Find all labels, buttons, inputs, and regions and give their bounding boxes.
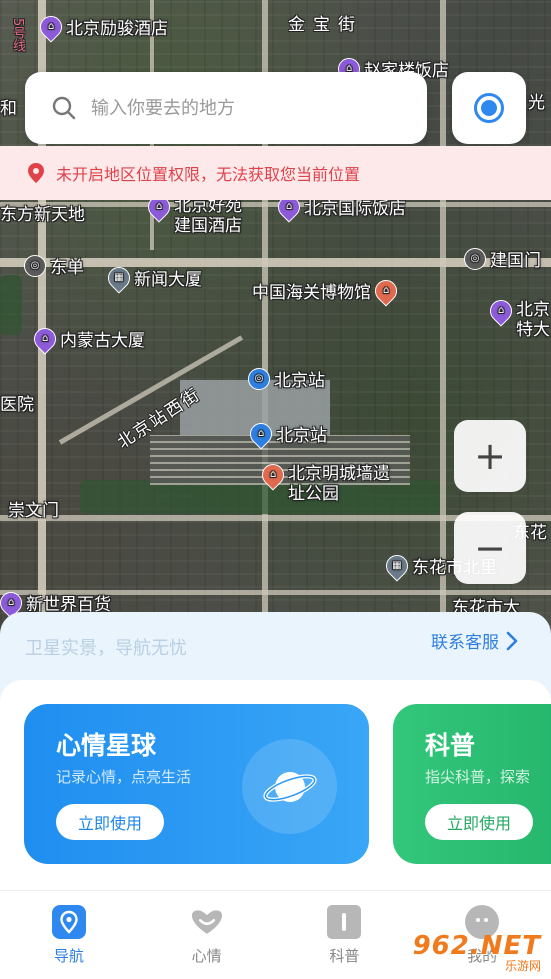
road: [440, 0, 446, 640]
site-watermark: 962.NET 乐游网: [413, 925, 551, 979]
mood-planet-card[interactable]: 心情星球 记录心情，点亮生活 立即使用: [24, 704, 369, 864]
poi-label: 北京站: [274, 371, 325, 391]
planet-icon: [242, 739, 337, 834]
location-permission-banner: 未开启地区位置权限，无法获取您当前位置: [0, 146, 551, 200]
poi-label: 东方新天地: [0, 205, 85, 225]
tab-navigation[interactable]: 导航: [0, 891, 138, 979]
map-poi: 光: [528, 88, 545, 113]
train-station-icon: ⌂: [245, 417, 277, 450]
map-poi[interactable]: ⌂ 中国海关博物馆: [252, 274, 402, 307]
poi-label: 新闻大厦: [134, 270, 202, 290]
locate-button[interactable]: [452, 72, 526, 144]
search-input[interactable]: [91, 97, 391, 119]
zoom-out-button[interactable]: −: [454, 512, 526, 584]
metro-icon: ◎: [24, 254, 46, 277]
poi-label: 北京站: [276, 426, 327, 446]
hotel-icon: ⌂: [35, 10, 67, 43]
hotel-icon: ⌂: [29, 322, 61, 355]
tab-mood[interactable]: 心情: [138, 891, 276, 979]
building-icon: ▦: [103, 261, 135, 294]
plus-icon: +: [474, 434, 506, 478]
poi-label: 崇文门: [8, 501, 59, 521]
science-card[interactable]: 科普 指尖科普，探索 立即使用: [393, 704, 551, 864]
feature-cards: 心情星球 记录心情，点亮生活 立即使用 科普 指尖科普，探索 立即使用: [0, 680, 551, 890]
metro-line-label: 5号线: [10, 18, 25, 53]
poi-label: 北京明城墙遗址公园: [288, 464, 390, 504]
poi-label: 北京好苑建国酒店: [174, 196, 242, 236]
slogan-text: 卫星实景，导航无忧: [25, 638, 187, 659]
book-icon: [327, 905, 362, 939]
map-poi[interactable]: ⌂ 北京励骏酒店: [35, 10, 168, 43]
permission-warning-text: 未开启地区位置权限，无法获取您当前位置: [56, 165, 361, 184]
map-poi[interactable]: ⌂ 北京好苑建国酒店: [143, 191, 254, 236]
card-subtitle: 指尖科普，探索: [425, 768, 531, 786]
hotel-icon: ⌂: [485, 295, 517, 327]
museum-icon: ⌂: [370, 274, 402, 307]
chevron-right-icon: [506, 631, 518, 650]
map-poi[interactable]: ▦ 新闻大厦: [103, 261, 202, 294]
zoom-in-button[interactable]: +: [454, 420, 526, 492]
map-poi[interactable]: ◎ 北京站: [248, 366, 325, 391]
building-icon: ▦: [381, 549, 413, 582]
street-label: 金宝街: [288, 15, 363, 35]
map-poi: 医院: [0, 390, 34, 415]
watermark-sub: 乐游网: [504, 958, 541, 973]
poi-label: 北京励骏酒店: [66, 19, 168, 39]
poi-label: 东单: [50, 258, 84, 278]
nav-label: 科普: [329, 947, 360, 965]
poi-label: 医院: [0, 395, 34, 415]
location-pin-icon: [28, 163, 44, 183]
minus-icon: −: [474, 526, 506, 570]
poi-label: 内蒙古大厦: [60, 331, 145, 351]
map-poi[interactable]: ◎ 东单: [24, 253, 84, 278]
contact-service-link[interactable]: 联系客服: [431, 628, 519, 653]
locate-icon: [474, 93, 504, 123]
card-title: 科普: [425, 731, 476, 760]
card-subtitle: 记录心情，点亮生活: [56, 768, 192, 786]
poi-label: 建国门: [490, 251, 541, 271]
metro-icon: ◎: [248, 367, 270, 390]
nav-label: 心情: [191, 947, 222, 965]
nav-label: 导航: [53, 947, 84, 965]
map-poi[interactable]: ⌂ 北京特大: [485, 295, 551, 340]
map-poi[interactable]: ⌂ 北京明城墙遗址公园: [257, 459, 390, 504]
map-poi: 崇文门: [8, 496, 59, 521]
poi-label: 北京特大: [516, 300, 550, 340]
tab-science[interactable]: 科普: [276, 891, 414, 979]
map-poi[interactable]: ⌂ 北京站: [245, 417, 327, 450]
use-now-button[interactable]: 立即使用: [56, 804, 164, 840]
park-area: [0, 275, 22, 335]
map-poi: 和: [0, 94, 17, 119]
poi-label: 和: [0, 99, 17, 119]
satellite-map[interactable]: 金宝街 北京站西街 5号线 ⌂ 北京励骏酒店 ⌂ 赵家楼饭店 和 光 东方新天地…: [0, 0, 551, 640]
card-title: 心情星球: [56, 731, 157, 760]
poi-label: 光: [528, 93, 545, 113]
metro-icon: ◎: [464, 247, 486, 270]
poi-label: 中国海关博物馆: [252, 283, 371, 303]
contact-label: 联系客服: [431, 633, 499, 653]
search-icon: [52, 96, 76, 120]
map-poi[interactable]: ◎ 建国门: [464, 246, 541, 271]
landmark-icon: ⌂: [257, 459, 289, 491]
search-bar[interactable]: [25, 72, 427, 144]
heart-smile-icon: [190, 905, 224, 939]
use-now-button[interactable]: 立即使用: [425, 804, 533, 840]
feature-panel: 卫星实景，导航无忧 联系客服 心情星球 记录心情，点亮生活 立即使用 科普 指尖…: [0, 612, 551, 890]
map-poi: 东方新天地: [0, 200, 85, 225]
map-poi[interactable]: ⌂ 内蒙古大厦: [29, 322, 145, 355]
map-pin-icon: [51, 905, 86, 939]
